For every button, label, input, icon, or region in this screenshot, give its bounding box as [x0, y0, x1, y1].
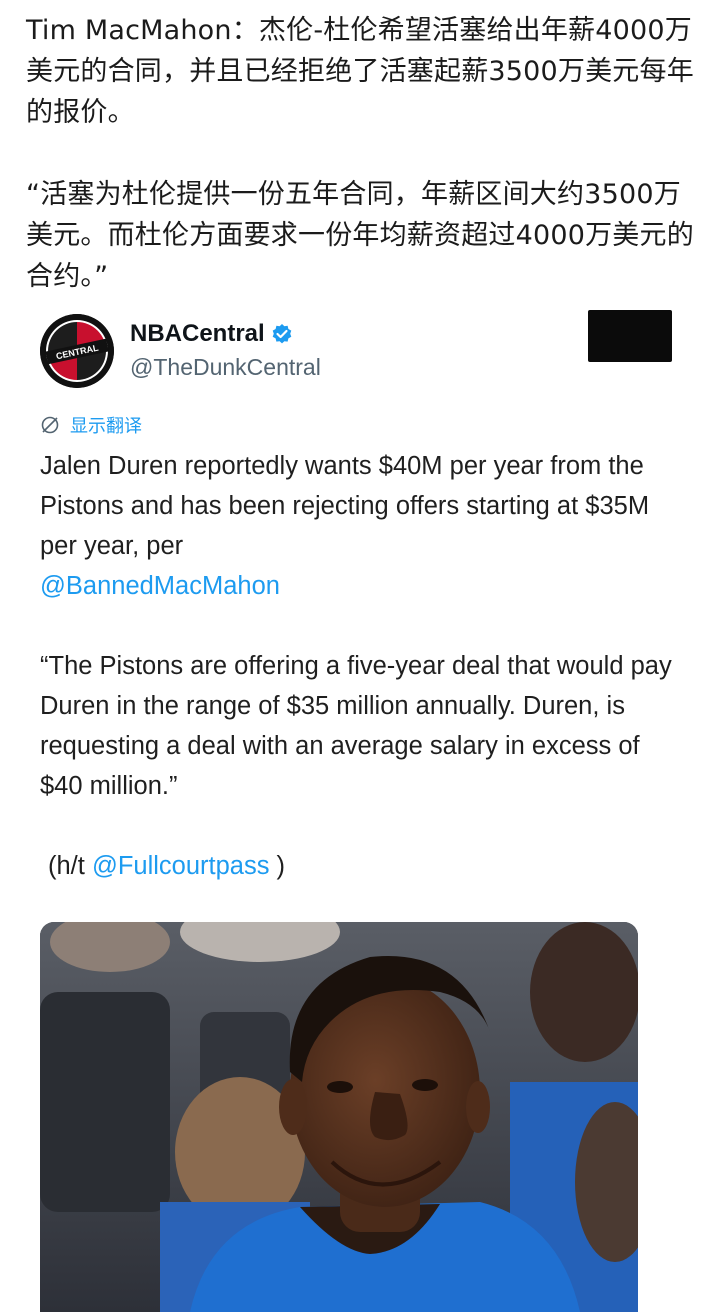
mention-bannedmacmahon[interactable]: @BannedMacMahon: [40, 572, 280, 600]
nba-central-logo: CENTRAL: [40, 314, 114, 388]
hat-tip: (h/t @Fullcourtpass ): [40, 846, 680, 886]
redaction-block: [588, 310, 672, 362]
player-photo[interactable]: [40, 922, 638, 1312]
tweet-body: Jalen Duren reportedly wants $40M per ye…: [40, 446, 680, 886]
mention-fullcourtpass[interactable]: @Fullcourtpass: [92, 852, 270, 880]
show-translation-label: 显示翻译: [70, 416, 142, 437]
post-paragraph-1: Tim MacMahon：杰伦-杜伦希望活塞给出年薪4000万美元的合同，并且已…: [26, 15, 694, 128]
post-paragraph-2: “活塞为杜伦提供一份五年合同，年薪区间大约3500万美元。而杜伦方面要求一份年均…: [26, 179, 694, 292]
hat-tip-suffix: ): [269, 852, 286, 880]
hat-tip-prefix: (h/t: [48, 852, 92, 880]
avatar[interactable]: CENTRAL: [40, 314, 114, 388]
post-text: Tim MacMahon：杰伦-杜伦希望活塞给出年薪4000万美元的合同，并且已…: [26, 10, 706, 297]
display-name[interactable]: NBACentral: [130, 320, 293, 348]
embedded-tweet-screenshot[interactable]: CENTRAL NBACentral @TheDunkCentral 显示翻译 …: [0, 300, 720, 1312]
verified-badge-icon: [272, 324, 291, 344]
player-photo-image: [40, 922, 638, 1312]
globe-icon: [41, 416, 59, 434]
tweet-line-1: Jalen Duren reportedly wants $40M per ye…: [40, 452, 650, 560]
display-name-text: NBACentral: [130, 320, 265, 347]
handle[interactable]: @TheDunkCentral: [130, 354, 321, 381]
tweet-text: Jalen Duren reportedly wants $40M per ye…: [40, 446, 680, 606]
tweet-quote: “The Pistons are offering a five-year de…: [40, 652, 672, 800]
show-translation-link[interactable]: 显示翻译: [40, 412, 142, 438]
